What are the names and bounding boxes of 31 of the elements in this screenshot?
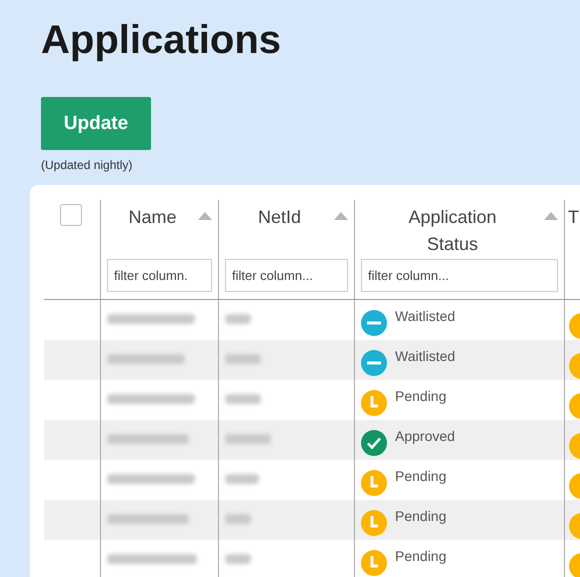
column-header[interactable]: Application Status: [392, 204, 512, 258]
filter-field[interactable]: filter column...: [361, 259, 558, 292]
sort-icon[interactable]: [198, 212, 212, 220]
status-label: Pending: [395, 507, 446, 526]
redacted-text: [225, 394, 261, 404]
filter-field[interactable]: filter column...: [225, 259, 348, 292]
column-header[interactable]: T: [568, 204, 580, 231]
table-row[interactable]: Approved: [44, 420, 580, 460]
status-label: Pending: [395, 387, 446, 406]
redacted-text: [225, 514, 251, 524]
status-label: Approved: [395, 427, 455, 446]
select-all-checkbox[interactable]: [60, 204, 82, 226]
table-row[interactable]: Pending: [44, 500, 580, 540]
redacted-text: [225, 314, 251, 324]
redacted-text: [225, 474, 259, 484]
status-label: Pending: [395, 467, 446, 486]
page-title: Applications: [41, 17, 282, 64]
column-header[interactable]: Name: [107, 204, 198, 231]
update-note: (Updated nightly): [41, 158, 134, 172]
sort-icon[interactable]: [334, 212, 348, 220]
status-label: Waitlisted: [395, 307, 456, 326]
column-header[interactable]: NetId: [225, 204, 334, 231]
sort-icon[interactable]: [544, 212, 558, 220]
table-row[interactable]: Pending: [44, 540, 580, 577]
redacted-text: [225, 434, 271, 444]
status-label: Waitlisted: [395, 347, 456, 366]
status-label: Pending: [395, 547, 446, 566]
table-row[interactable]: Waitlisted: [44, 340, 580, 380]
redacted-text: [225, 554, 251, 564]
redacted-text: [225, 354, 261, 364]
filter-field[interactable]: filter column.: [107, 259, 212, 292]
